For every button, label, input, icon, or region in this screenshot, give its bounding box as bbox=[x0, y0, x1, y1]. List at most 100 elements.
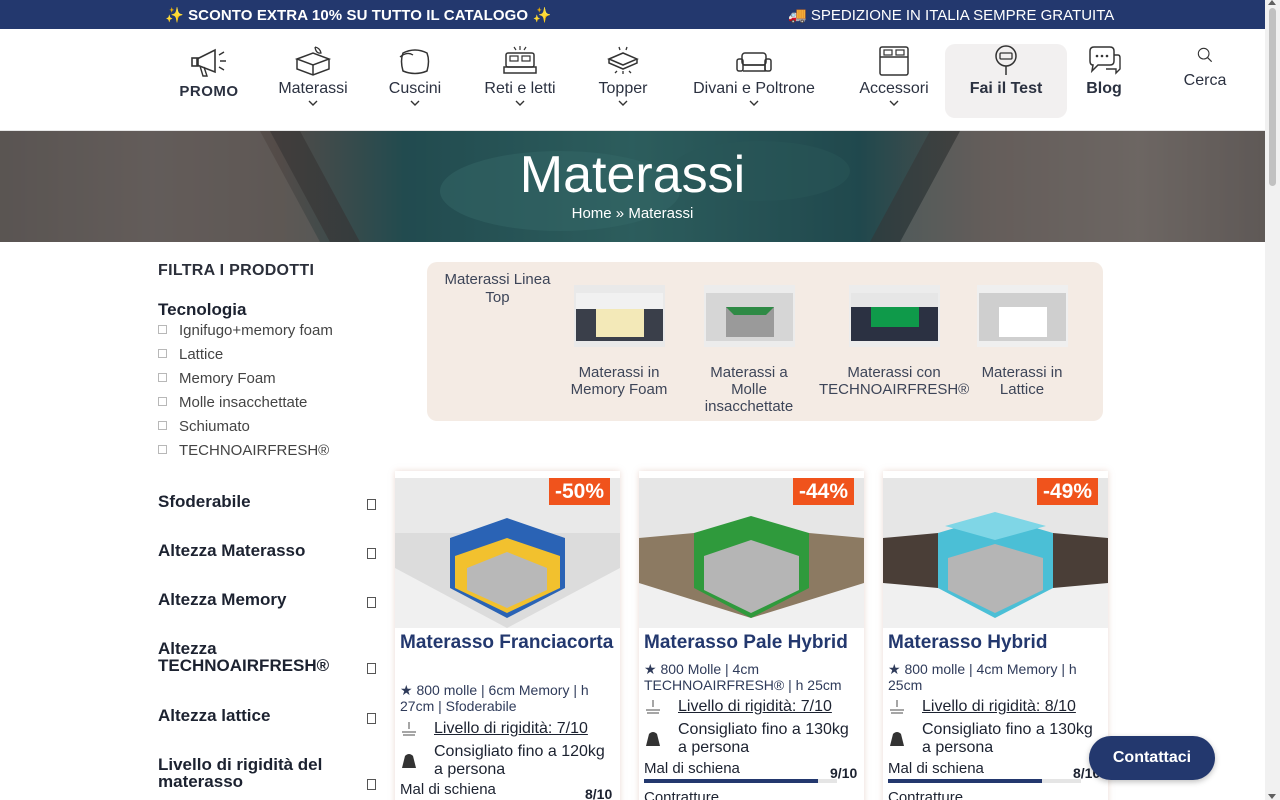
filter-option[interactable]: Ignifugo+memory foam bbox=[158, 322, 333, 339]
shipping-text: SPEDIZIONE IN ITALIA SEMPRE GRATUITA bbox=[810, 7, 1115, 24]
product-name[interactable]: Materasso Franciacorta bbox=[400, 632, 618, 653]
back-pain-bar-fill bbox=[888, 779, 1043, 783]
filter-option[interactable]: TECHNOAIRFRESH® bbox=[158, 442, 329, 459]
subcategory-molle-insacchettate[interactable]: Materassi a Molle insacchettate bbox=[693, 285, 805, 415]
mattress-thumbnail bbox=[848, 285, 940, 347]
subcategory-linea-top[interactable]: Materassi Linea Top bbox=[435, 271, 560, 307]
facet-altezza-lattice[interactable]: Altezza lattice bbox=[158, 707, 376, 724]
checkbox[interactable] bbox=[158, 325, 167, 334]
checkbox[interactable] bbox=[158, 445, 167, 454]
nav-item-divani-e-poltrone[interactable]: Divani e Poltrone bbox=[684, 43, 824, 108]
filter-option-label: TECHNOAIRFRESH® bbox=[179, 442, 330, 459]
chevron-down-icon[interactable] bbox=[617, 98, 629, 108]
promo-bar: ✨ SCONTO EXTRA 10% SU TUTTO IL CATALOGO … bbox=[0, 0, 1265, 29]
rigidity-label[interactable]: Livello di rigidità: 8/10 bbox=[922, 698, 1106, 716]
filter-option[interactable]: Lattice bbox=[158, 346, 223, 363]
weight-icon bbox=[890, 732, 904, 746]
nav-item-cerca[interactable]: Cerca bbox=[1180, 47, 1230, 90]
facet-altezza-technoairfresh[interactable]: Altezza TECHNOAIRFRESH® bbox=[158, 640, 376, 674]
search-icon bbox=[1197, 47, 1213, 63]
nav-item-materassi[interactable]: Materassi bbox=[273, 43, 353, 108]
nav-label: Cuscini bbox=[388, 80, 442, 97]
filter-option-label: Memory Foam bbox=[179, 370, 276, 387]
filter-option[interactable]: Schiumato bbox=[158, 418, 250, 435]
expand-icon[interactable] bbox=[367, 499, 376, 510]
chevron-down-icon[interactable] bbox=[888, 98, 900, 108]
product-card[interactable]: -44% Materasso Pale Hybrid ★ 800 Molle |… bbox=[639, 471, 864, 800]
rigidity-label[interactable]: Livello di rigidità: 7/10 bbox=[434, 720, 618, 738]
contratture-label: Contratture bbox=[644, 789, 720, 800]
nav-label: PROMO bbox=[179, 83, 239, 100]
nav-item-accessori[interactable]: Accessori bbox=[855, 43, 933, 108]
chevron-down-icon[interactable] bbox=[409, 98, 421, 108]
breadcrumb-home-link[interactable]: Home bbox=[572, 205, 612, 222]
weight-label: Consigliato fino a 130kg a persona bbox=[922, 721, 1093, 756]
expand-icon[interactable] bbox=[367, 713, 376, 724]
back-pain-bar bbox=[888, 779, 1081, 783]
nav-label: Divani e Poltrone bbox=[693, 80, 815, 97]
megaphone-icon bbox=[191, 48, 226, 77]
nav-item-promo[interactable]: PROMO bbox=[174, 43, 244, 100]
nav-item-reti-e-letti[interactable]: Reti e letti bbox=[476, 43, 564, 108]
filter-option-label: Molle insacchettate bbox=[179, 394, 308, 411]
page-scrollbar[interactable] bbox=[1265, 0, 1280, 800]
expand-icon[interactable] bbox=[367, 663, 376, 674]
scroll-down-arrow-icon[interactable] bbox=[1268, 794, 1276, 799]
scroll-up-arrow-icon[interactable] bbox=[1268, 0, 1276, 5]
subcategory-lattice[interactable]: Materassi in Lattice bbox=[977, 285, 1068, 398]
facet-altezza-memory[interactable]: Altezza Memory bbox=[158, 591, 376, 608]
product-spec: ★ 800 molle | 6cm Memory | h 27cm | Sfod… bbox=[400, 682, 589, 714]
mattress-icon bbox=[294, 46, 332, 76]
scrollbar-thumb[interactable] bbox=[1269, 8, 1276, 186]
product-name[interactable]: Materasso Pale Hybrid bbox=[644, 632, 862, 653]
nav-item-fai-il-test[interactable]: Fai il Test bbox=[945, 43, 1067, 98]
subcategory-box: Materassi Linea Top Materassi in Memory … bbox=[427, 262, 1103, 421]
product-spec: ★ 800 molle | 4cm Memory | h 25cm bbox=[888, 661, 1077, 693]
subcategory-technoairfresh[interactable]: Materassi con TECHNOAIRFRESH® bbox=[819, 285, 969, 398]
promo-message[interactable]: ✨ SCONTO EXTRA 10% SU TUTTO IL CATALOGO … bbox=[165, 6, 551, 24]
breadcrumb-separator: » bbox=[611, 205, 629, 222]
chevron-down-icon[interactable] bbox=[514, 98, 526, 108]
facet-label: Sfoderabile bbox=[158, 492, 251, 511]
bed-frame-icon bbox=[879, 46, 909, 76]
subcategory-memory-foam[interactable]: Materassi in Memory Foam bbox=[561, 285, 677, 398]
expand-icon[interactable] bbox=[367, 548, 376, 559]
product-card[interactable]: -50% Materasso Franciacorta ★ 800 molle … bbox=[395, 471, 620, 800]
rigidity-icon bbox=[402, 722, 416, 736]
subcategory-label: Materassi a Molle insacchettate bbox=[704, 364, 794, 415]
shipping-message: 🚚 SPEDIZIONE IN ITALIA SEMPRE GRATUITA bbox=[788, 6, 1114, 24]
discount-badge: -49% bbox=[1036, 478, 1098, 505]
chevron-down-icon[interactable] bbox=[748, 98, 760, 108]
nav-item-topper[interactable]: Topper bbox=[592, 43, 654, 108]
contact-button[interactable]: Contattaci bbox=[1089, 736, 1215, 780]
sofa-icon bbox=[736, 52, 772, 72]
product-name[interactable]: Materasso Hybrid bbox=[888, 632, 1106, 653]
expand-icon[interactable] bbox=[367, 779, 376, 790]
breadcrumb: Home » Materassi bbox=[0, 205, 1265, 222]
product-card[interactable]: -49% Materasso Hybrid ★ 800 molle | 4cm … bbox=[883, 471, 1108, 800]
facet-altezza-materasso[interactable]: Altezza Materasso bbox=[158, 542, 376, 559]
weight-icon bbox=[646, 732, 660, 746]
subcategory-label: Materassi in Memory Foam bbox=[570, 364, 668, 398]
promo-text: SCONTO EXTRA 10% SU TUTTO IL CATALOGO bbox=[188, 7, 529, 24]
filter-option[interactable]: Molle insacchettate bbox=[158, 394, 307, 411]
back-pain-label: Mal di schiena bbox=[644, 760, 740, 777]
expand-icon[interactable] bbox=[367, 597, 376, 608]
rigidity-icon bbox=[890, 700, 904, 714]
nav-item-blog[interactable]: Blog bbox=[1083, 43, 1125, 98]
nav-label: Reti e letti bbox=[484, 80, 556, 97]
nav-item-cuscini[interactable]: Cuscini bbox=[383, 43, 447, 108]
rigidity-label[interactable]: Livello di rigidità: 7/10 bbox=[678, 698, 862, 716]
weight-label: Consigliato fino a 120kg a persona bbox=[434, 743, 605, 778]
checkbox[interactable] bbox=[158, 349, 167, 358]
nav-label: Fai il Test bbox=[969, 80, 1043, 97]
checkbox[interactable] bbox=[158, 421, 167, 430]
facet-livello-rigidita[interactable]: Livello di rigidità del materasso bbox=[158, 756, 376, 790]
filter-option-label: Schiumato bbox=[179, 418, 250, 435]
chevron-down-icon[interactable] bbox=[307, 98, 319, 108]
checkbox[interactable] bbox=[158, 373, 167, 382]
checkbox[interactable] bbox=[158, 397, 167, 406]
filter-option[interactable]: Memory Foam bbox=[158, 370, 276, 387]
facet-sfoderabile[interactable]: Sfoderabile bbox=[158, 493, 376, 510]
facet-label: Altezza lattice bbox=[158, 706, 271, 725]
